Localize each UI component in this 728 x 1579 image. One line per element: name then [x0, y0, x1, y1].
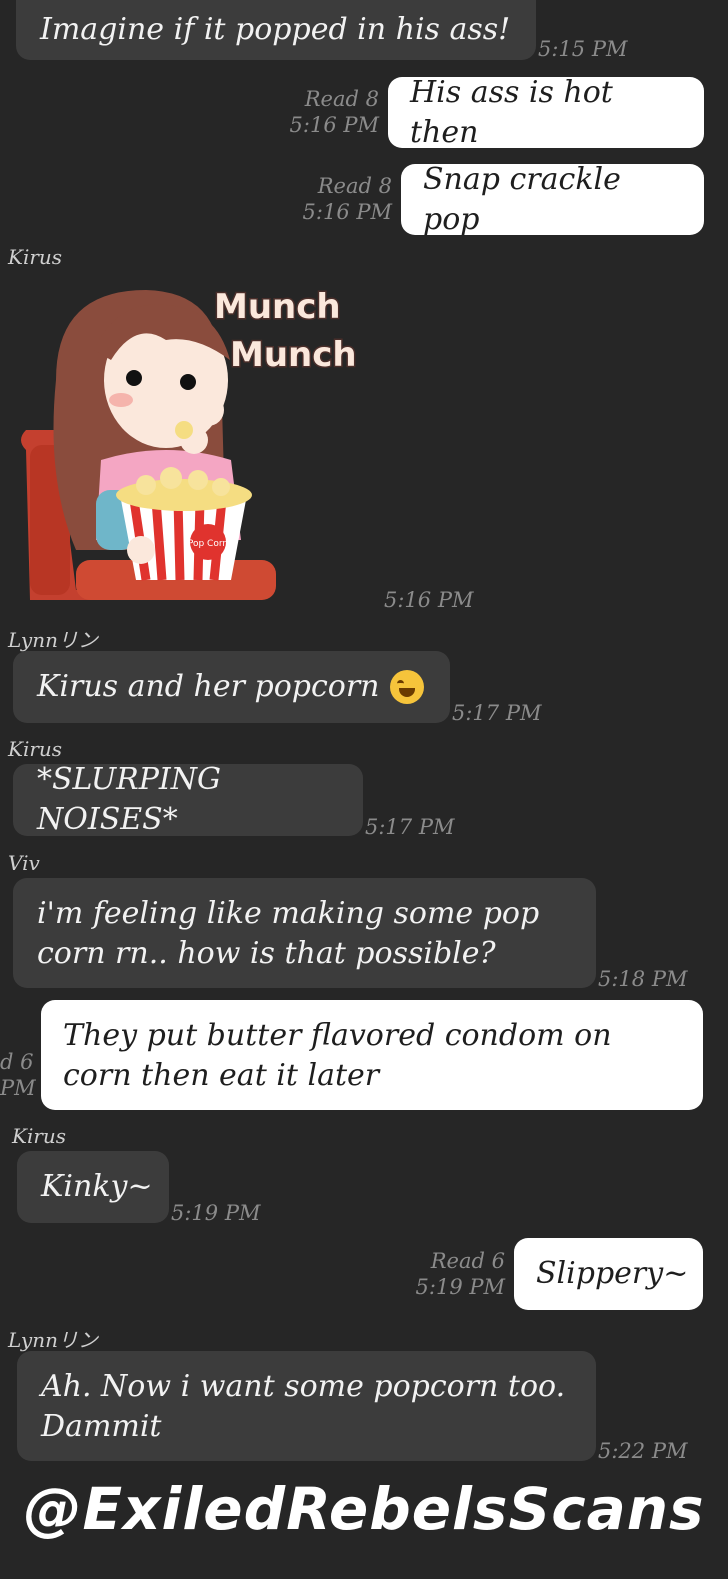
message-line: They put butter flavored condom on — [63, 1018, 612, 1053]
watermark-text: @ExiledRebelsScans — [23, 1475, 705, 1543]
message-text: Snap crackle pop — [423, 161, 621, 237]
sender-name: Kirus — [12, 1124, 67, 1148]
message-text: Kirus and her popcorn — [37, 669, 380, 704]
grinning-sweat-emoji-icon — [389, 670, 424, 704]
message-bubble[interactable]: *SLURPING NOISES* — [13, 762, 363, 837]
popcorn-sticker[interactable]: Pop Corn Munch Munch — [16, 280, 376, 605]
message-line: corn then eat it later — [63, 1058, 380, 1093]
message-bubble[interactable]: Kirus and her popcorn — [13, 651, 450, 723]
message-line: Ah. Now i want some popcorn too. — [41, 1369, 566, 1404]
message-time: 5:22 PM — [598, 1439, 688, 1463]
message-bubble[interactable]: Slippery~ — [514, 1238, 703, 1310]
message-text: Kinky~ — [41, 1169, 153, 1204]
girl-eating-popcorn-image: Pop Corn Munch Munch — [21, 286, 358, 600]
message-time: 5:17 PM — [452, 701, 542, 725]
sender-name: Lynnリン — [8, 1328, 98, 1352]
message-line: Dammit — [41, 1409, 162, 1444]
message-time: PM — [0, 1076, 36, 1100]
sticker-text-munch-1: Munch — [214, 287, 341, 327]
sender-name: Kirus — [8, 737, 63, 761]
message-bubble[interactable]: Snap crackle pop — [401, 162, 704, 237]
sender-name: Kirus — [8, 245, 63, 269]
message-line: corn rn.. how is that possible? — [37, 936, 496, 971]
message-time: 5:19 PM — [415, 1275, 505, 1299]
read-status: Read 8 — [317, 174, 392, 198]
message-bubble[interactable]: They put butter flavored condom on corn … — [41, 1000, 703, 1110]
message-time: 5:16 PM — [289, 113, 379, 137]
message-bubble[interactable]: Kinky~ — [17, 1151, 169, 1223]
message-bubble[interactable]: His ass is hot then — [388, 75, 704, 150]
sender-name: Lynnリン — [8, 628, 98, 652]
message-bubble[interactable]: Ah. Now i want some popcorn too. Dammit — [17, 1351, 596, 1461]
message-line: i'm feeling like making some pop — [37, 896, 540, 931]
sender-name: Viv — [8, 851, 40, 875]
message-bubble[interactable]: Imagine if it popped in his ass! — [16, 0, 536, 60]
message-time: 5:19 PM — [171, 1201, 261, 1225]
message-text: Slippery~ — [536, 1256, 689, 1291]
message-bubble[interactable]: i'm feeling like making some pop corn rn… — [13, 878, 596, 988]
message-time: 5:16 PM — [302, 200, 392, 224]
message-time: 5:16 PM — [384, 588, 474, 612]
read-status: d 6 — [0, 1050, 34, 1074]
message-text: His ass is hot then — [410, 74, 613, 150]
message-text: Imagine if it popped in his ass! — [40, 12, 511, 47]
sticker-cup-text: Pop Corn — [188, 539, 228, 549]
message-text: *SLURPING NOISES* — [37, 762, 221, 837]
message-time: 5:17 PM — [365, 815, 455, 839]
read-status: Read 6 — [430, 1249, 505, 1273]
message-time: 5:18 PM — [598, 967, 688, 991]
sticker-text-munch-2: Munch — [230, 335, 357, 375]
read-status: Read 8 — [304, 87, 379, 111]
message-time: 5:15 PM — [538, 37, 628, 61]
